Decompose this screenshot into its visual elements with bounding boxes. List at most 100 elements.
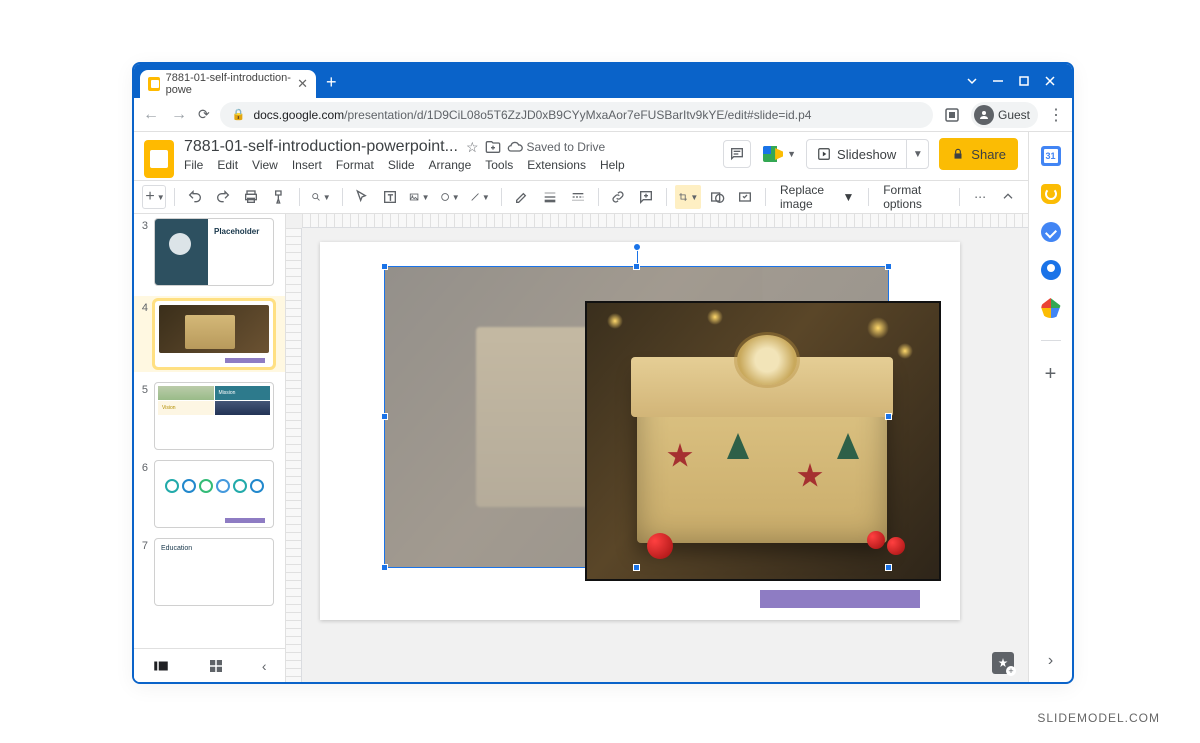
crop-handle[interactable] — [939, 301, 941, 315]
menu-extensions[interactable]: Extensions — [527, 158, 586, 172]
doc-title[interactable]: 7881-01-self-introduction-powerpoint... — [184, 138, 458, 156]
hide-panel-icon[interactable]: › — [1048, 652, 1053, 670]
slide-canvas[interactable] — [320, 242, 960, 620]
menu-format[interactable]: Format — [336, 158, 374, 172]
new-tab-button[interactable]: + — [326, 72, 337, 93]
print-button[interactable] — [239, 185, 263, 209]
rotate-handle[interactable] — [633, 243, 641, 251]
slide-thumb-3[interactable]: Placeholder — [154, 218, 274, 286]
resize-handle[interactable] — [633, 564, 640, 571]
slide-thumb-7[interactable]: Education — [154, 538, 274, 606]
calendar-icon[interactable] — [1041, 146, 1061, 166]
star-icon[interactable]: ☆ — [466, 139, 479, 156]
line-button[interactable]: ▼ — [467, 185, 493, 209]
reload-icon[interactable]: ⟳ — [198, 106, 210, 123]
meet-button[interactable]: ▼ — [761, 140, 796, 168]
window-chevron-icon[interactable] — [966, 75, 978, 87]
explore-button[interactable] — [992, 652, 1014, 674]
paint-format-button[interactable] — [267, 185, 291, 209]
window-close-icon[interactable] — [1044, 75, 1056, 87]
crop-handle[interactable] — [756, 301, 770, 303]
menu-slide[interactable]: Slide — [388, 158, 415, 172]
crop-handle[interactable] — [939, 567, 941, 581]
resize-handle[interactable] — [885, 413, 892, 420]
mask-button[interactable] — [705, 185, 729, 209]
slides-logo-icon[interactable] — [144, 140, 174, 178]
select-tool-button[interactable] — [350, 185, 374, 209]
textbox-button[interactable]: T — [378, 185, 402, 209]
crop-handle[interactable] — [927, 579, 941, 581]
replace-image-button[interactable]: Replace image▼ — [774, 183, 860, 211]
menu-file[interactable]: File — [184, 158, 203, 172]
more-tools-button[interactable]: ⋯ — [968, 185, 992, 209]
resize-handle[interactable] — [381, 263, 388, 270]
menu-edit[interactable]: Edit — [217, 158, 238, 172]
zoom-button[interactable]: ▼ — [308, 185, 334, 209]
slideshow-dropdown[interactable]: ▼ — [906, 140, 928, 168]
cloud-status[interactable]: Saved to Drive — [507, 139, 606, 155]
menu-tools[interactable]: Tools — [485, 158, 513, 172]
keep-icon[interactable] — [1041, 184, 1061, 204]
image-selection-box[interactable] — [384, 266, 889, 568]
nav-forward-icon[interactable]: → — [170, 106, 188, 124]
redo-button[interactable] — [211, 185, 235, 209]
crop-handle[interactable] — [585, 567, 587, 581]
window-minimize-icon[interactable] — [992, 75, 1004, 87]
url-field[interactable]: 🔒 docs.google.com/presentation/d/1D9CiL0… — [220, 102, 933, 128]
crop-handle[interactable] — [756, 579, 770, 581]
install-app-icon[interactable] — [943, 106, 961, 124]
grid-view-icon[interactable] — [207, 657, 225, 675]
resize-handle[interactable] — [633, 263, 640, 270]
menu-view[interactable]: View — [252, 158, 278, 172]
border-color-button[interactable] — [510, 185, 534, 209]
tasks-icon[interactable] — [1041, 222, 1061, 242]
slide-editor[interactable] — [286, 214, 1028, 682]
move-folder-icon[interactable] — [485, 139, 501, 155]
border-weight-button[interactable] — [538, 185, 562, 209]
menu-insert[interactable]: Insert — [292, 158, 322, 172]
placeholder-shape[interactable] — [760, 590, 920, 608]
avatar-icon — [974, 105, 994, 125]
crop-handle[interactable] — [939, 434, 941, 448]
crop-handle[interactable] — [585, 301, 599, 303]
addons-plus-icon[interactable]: + — [1045, 363, 1057, 386]
slide-thumb-4[interactable] — [154, 300, 274, 368]
collapse-toolbar-button[interactable] — [996, 185, 1020, 209]
add-comment-button[interactable] — [634, 185, 658, 209]
link-button[interactable] — [606, 185, 630, 209]
collapse-panel-icon[interactable]: ‹ — [262, 658, 267, 674]
resize-handle[interactable] — [381, 564, 388, 571]
new-slide-button[interactable]: +▼ — [142, 185, 166, 209]
tab-close-icon[interactable]: ✕ — [297, 76, 308, 92]
format-options-button[interactable]: Format options — [877, 183, 951, 211]
slide-thumb-6[interactable] — [154, 460, 274, 528]
crop-button[interactable]: ▼ — [675, 185, 701, 209]
chrome-menu-icon[interactable]: ⋮ — [1048, 105, 1064, 125]
cloud-icon — [507, 139, 523, 155]
crop-box[interactable] — [585, 301, 941, 581]
image-button[interactable]: ▼ — [406, 185, 432, 209]
nav-back-icon[interactable]: ← — [142, 106, 160, 124]
filmstrip-view-icon[interactable] — [152, 657, 170, 675]
share-button[interactable]: Share — [939, 138, 1018, 170]
shape-button[interactable]: ▼ — [437, 185, 463, 209]
resize-handle[interactable] — [381, 413, 388, 420]
menu-arrange[interactable]: Arrange — [429, 158, 472, 172]
reset-image-button[interactable] — [733, 185, 757, 209]
slideshow-button[interactable]: Slideshow — [807, 140, 906, 168]
contacts-icon[interactable] — [1041, 260, 1061, 280]
profile-chip[interactable]: Guest — [971, 102, 1038, 128]
crop-handle[interactable] — [585, 434, 587, 448]
maps-icon[interactable] — [1041, 298, 1061, 318]
crop-handle[interactable] — [585, 301, 587, 315]
resize-handle[interactable] — [885, 263, 892, 270]
slide-thumb-5[interactable]: MissionVision — [154, 382, 274, 450]
menu-help[interactable]: Help — [600, 158, 625, 172]
comment-history-button[interactable] — [723, 140, 751, 168]
crop-handle[interactable] — [585, 579, 599, 581]
border-dash-button[interactable] — [566, 185, 590, 209]
undo-button[interactable] — [183, 185, 207, 209]
window-maximize-icon[interactable] — [1018, 75, 1030, 87]
browser-tab[interactable]: 7881-01-self-introduction-powe ✕ — [140, 70, 316, 98]
resize-handle[interactable] — [885, 564, 892, 571]
